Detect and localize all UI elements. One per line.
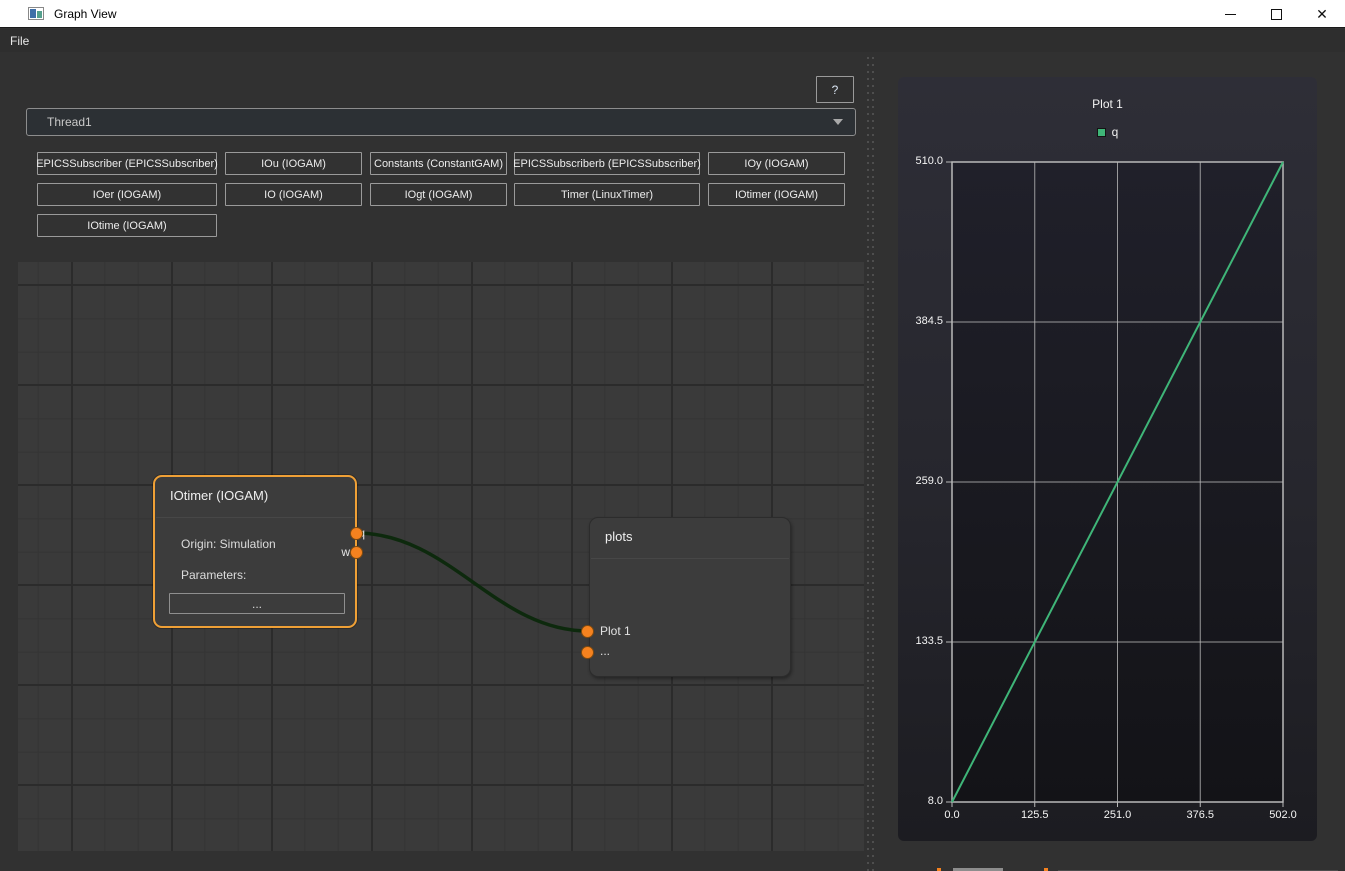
palette-button-epicssubscriber[interactable]: EPICSSubscriber (EPICSSubscriber)	[37, 152, 217, 175]
plot-title: Plot 1	[898, 97, 1317, 111]
app-icon	[28, 7, 44, 20]
input-port-more[interactable]	[581, 646, 594, 659]
y-tick-label: 133.5	[898, 635, 943, 647]
plot-chart	[898, 77, 1317, 841]
x-tick-label: 251.0	[1088, 809, 1148, 821]
node-plots[interactable]: plots	[589, 517, 791, 677]
help-button[interactable]: ?	[816, 76, 854, 103]
x-tick-label: 0.0	[922, 809, 982, 821]
maximize-button[interactable]	[1253, 0, 1299, 28]
input-port-label-plot1: Plot 1	[600, 624, 631, 638]
minimize-button[interactable]	[1207, 0, 1253, 28]
thread-selector-value: Thread1	[47, 115, 833, 129]
minimize-icon	[1225, 14, 1236, 15]
node-divider	[156, 517, 354, 518]
palette-button-iou[interactable]: IOu (IOGAM)	[225, 152, 362, 175]
node-iotimer[interactable]: IOtimer (IOGAM) Origin: Simulation Param…	[153, 475, 357, 628]
y-tick-label: 510.0	[898, 155, 943, 167]
output-port-wr[interactable]	[350, 546, 363, 559]
palette-button-timer[interactable]: Timer (LinuxTimer)	[514, 183, 700, 206]
x-tick-label: 376.5	[1170, 809, 1230, 821]
chevron-down-icon	[833, 119, 843, 125]
palette-button-ioy[interactable]: IOy (IOGAM)	[708, 152, 845, 175]
node-plots-title: plots	[590, 518, 790, 544]
palette-button-ioer[interactable]: IOer (IOGAM)	[37, 183, 217, 206]
plot-legend: q	[898, 125, 1317, 139]
menu-file[interactable]: File	[0, 29, 39, 52]
thread-selector[interactable]: Thread1	[26, 108, 856, 136]
node-canvas[interactable]: IOtimer (IOGAM) Origin: Simulation Param…	[18, 262, 864, 851]
x-tick-label: 125.5	[1005, 809, 1065, 821]
legend-swatch	[1097, 128, 1106, 137]
node-divider	[591, 558, 789, 559]
app-window: Graph View ✕ File ? Thread1 EPICSSubscri…	[0, 0, 1345, 871]
input-port-label-more: ...	[600, 644, 610, 658]
y-tick-label: 259.0	[898, 475, 943, 487]
node-parameters-label: Parameters:	[181, 568, 246, 582]
pane-splitter[interactable]	[866, 52, 876, 871]
y-tick-label: 384.5	[898, 315, 943, 327]
node-params-button[interactable]: ...	[169, 593, 345, 614]
close-button[interactable]: ✕	[1299, 0, 1345, 28]
output-port-q[interactable]	[350, 527, 363, 540]
palette-button-iogt[interactable]: IOgt (IOGAM)	[370, 183, 507, 206]
palette-button-constants[interactable]: Constants (ConstantGAM)	[370, 152, 507, 175]
input-port-plot1[interactable]	[581, 625, 594, 638]
y-tick-label: 8.0	[898, 795, 943, 807]
window-controls: ✕	[1207, 0, 1345, 28]
plot-panel: Plot 1 q 8.0 133.5 259.0 384.5 510.0 0.0 125.5…	[898, 77, 1317, 841]
title-bar: Graph View ✕	[0, 0, 1345, 28]
node-origin-label: Origin: Simulation	[181, 537, 276, 551]
close-icon: ✕	[1316, 7, 1328, 21]
legend-label: q	[1112, 125, 1119, 139]
palette-button-epicssubscriberb[interactable]: EPICSSubscriberb (EPICSSubscriber)	[514, 152, 700, 175]
window-title: Graph View	[54, 7, 116, 21]
menu-bar: File	[0, 29, 1345, 52]
palette-button-iotimer[interactable]: IOtimer (IOGAM)	[708, 183, 845, 206]
maximize-icon	[1271, 9, 1282, 20]
palette-button-io[interactable]: IO (IOGAM)	[225, 183, 362, 206]
palette-button-iotime[interactable]: IOtime (IOGAM)	[37, 214, 217, 237]
x-tick-label: 502.0	[1253, 809, 1313, 821]
node-iotimer-title: IOtimer (IOGAM)	[155, 477, 355, 503]
